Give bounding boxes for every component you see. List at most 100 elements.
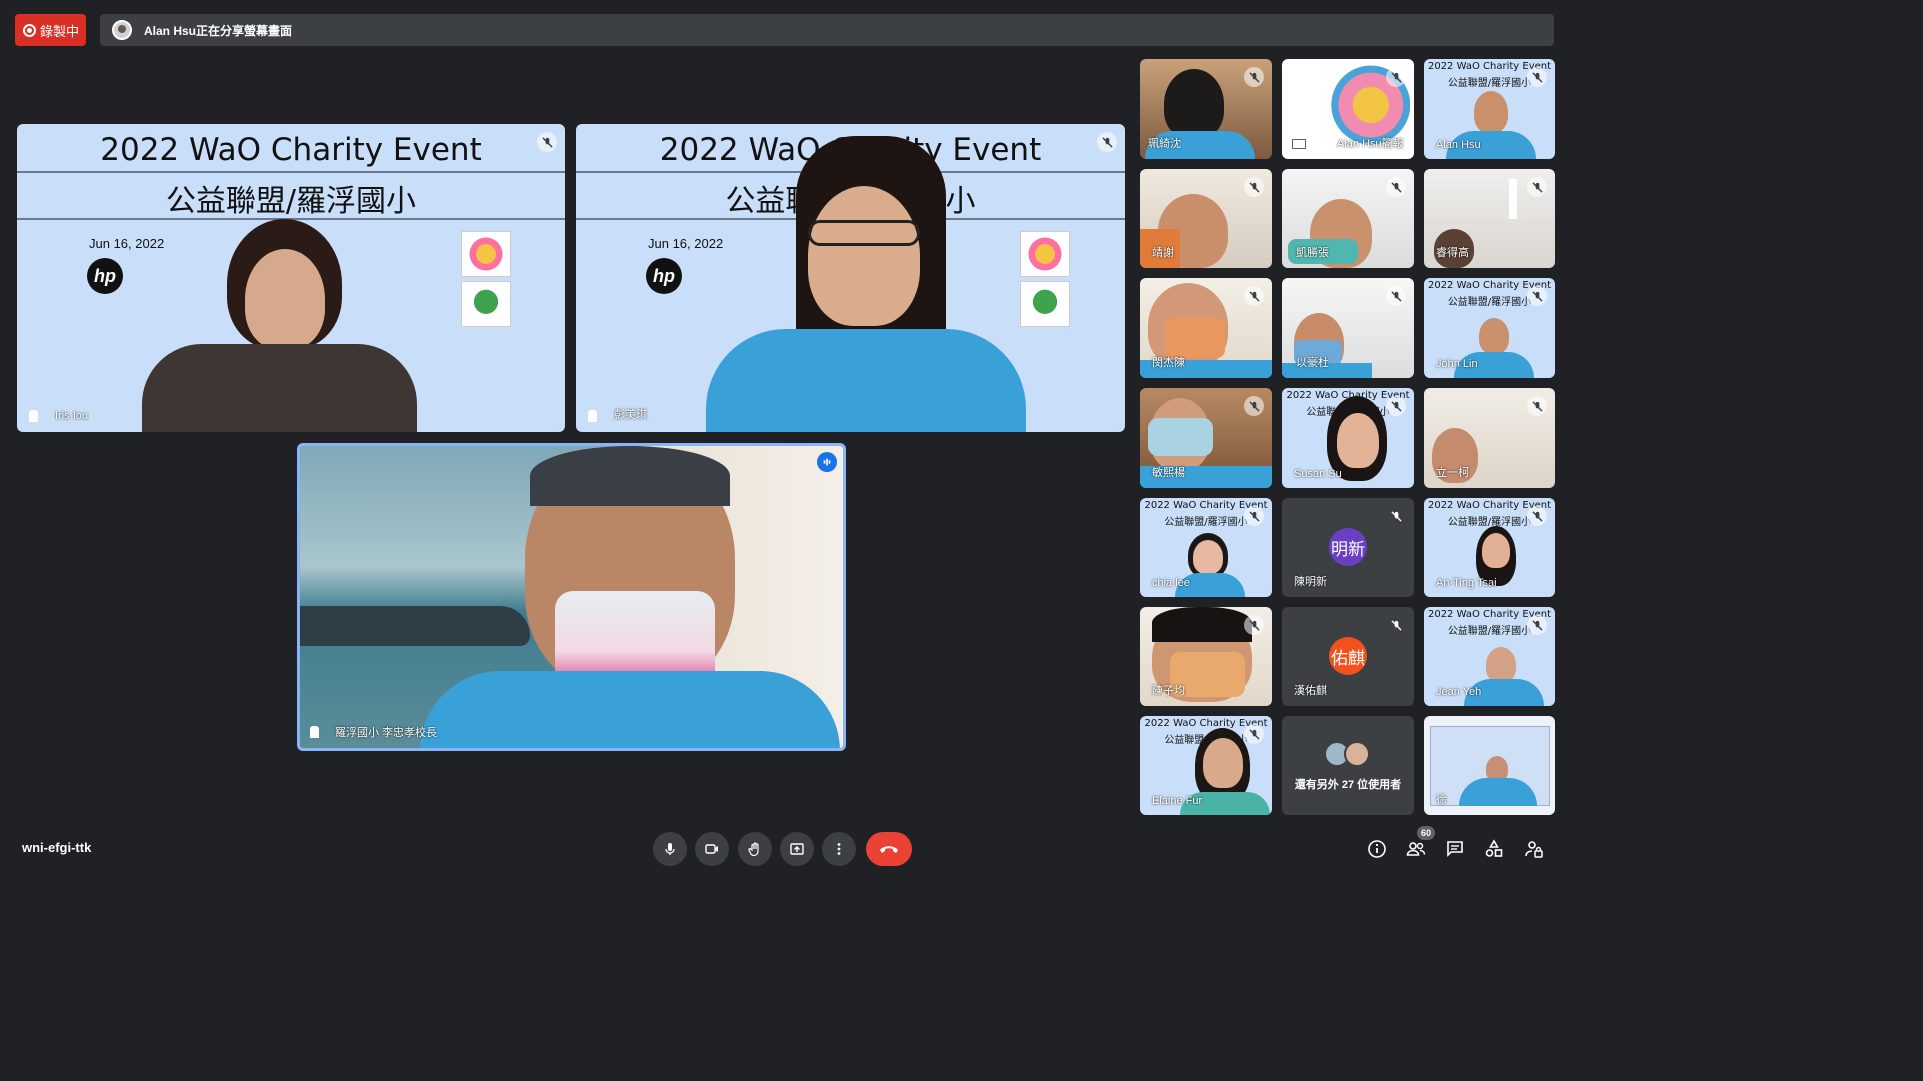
participant-name: Susan Su bbox=[1294, 468, 1342, 480]
mic-off-icon bbox=[1097, 132, 1117, 152]
raise-hand-button[interactable] bbox=[738, 832, 772, 866]
glasses bbox=[808, 220, 920, 246]
recording-label: 錄製中 bbox=[40, 23, 80, 39]
grid-tile[interactable]: 陳子均 bbox=[1140, 607, 1272, 706]
charity-logo bbox=[1020, 281, 1070, 327]
grid-tile[interactable]: 明新 陳明新 bbox=[1282, 498, 1414, 597]
pin-icon bbox=[588, 410, 597, 422]
participant-name: 閔杰陳 bbox=[1152, 357, 1185, 369]
participant-name: 睿得高 bbox=[1436, 247, 1469, 259]
chat-button[interactable] bbox=[1444, 838, 1466, 860]
present-icon bbox=[790, 843, 804, 855]
grid-tile[interactable]: 2022 WaO Charity Event 公益聯盟/羅浮國小 An-Ting… bbox=[1424, 498, 1555, 597]
participant-name: 徐 bbox=[1436, 794, 1447, 806]
participant-face bbox=[808, 186, 920, 326]
present-button[interactable] bbox=[780, 832, 814, 866]
slide-subtitle: 公益聯盟/羅浮國小 bbox=[165, 184, 417, 219]
main-tile-iris[interactable]: 2022 WaO Charity Event 公益聯盟/羅浮國小 Jun 16,… bbox=[17, 124, 565, 432]
mic-off-icon bbox=[1244, 396, 1264, 416]
mic-off-icon bbox=[1244, 506, 1264, 526]
main-tile-principal[interactable]: 羅浮國小 李忠孝校長 bbox=[297, 443, 846, 751]
grid-tile[interactable]: 敏熙楊 bbox=[1140, 388, 1272, 488]
avatar: 明新 bbox=[1329, 528, 1367, 566]
participant-name: John Lin bbox=[1436, 358, 1478, 370]
mic-off-icon bbox=[537, 132, 557, 152]
grid-tile[interactable]: 2022 WaO Charity Event 公益聯盟/羅浮國小 Elaine … bbox=[1140, 716, 1272, 815]
school-logo bbox=[461, 231, 511, 277]
participant-count-badge: 60 bbox=[1417, 826, 1435, 840]
grid-tile[interactable]: 2022 WaO Charity Event 公益聯盟/羅浮國小 chia le… bbox=[1140, 498, 1272, 597]
divider bbox=[17, 171, 565, 173]
grid-tile[interactable]: 2022 WaO Charity Event 公益聯盟/羅浮國小 Jean Ye… bbox=[1424, 607, 1555, 706]
slide-title: 2022 WaO Charity Event bbox=[100, 132, 482, 168]
host-controls-button[interactable] bbox=[1523, 838, 1545, 860]
main-tile-peng[interactable]: 2022 WaO Charity Event 公益聯盟/羅浮國小 Jun 16,… bbox=[576, 124, 1125, 432]
grid-tile[interactable]: 靖謝 bbox=[1140, 169, 1272, 268]
participant-name: Jean Yeh bbox=[1436, 686, 1482, 698]
participant-name: 敏熙楊 bbox=[1152, 467, 1185, 479]
more-options-button[interactable] bbox=[822, 832, 856, 866]
meeting-code: wni-efgi-ttk bbox=[22, 840, 92, 855]
pin-icon bbox=[310, 726, 319, 738]
grid-tile[interactable]: 閔杰陳 bbox=[1140, 278, 1272, 378]
participant-face bbox=[1337, 413, 1379, 468]
grid-tile[interactable]: Alan Hsu簡報 bbox=[1282, 59, 1414, 159]
participant-name: 彭美琪 bbox=[614, 409, 647, 421]
end-call-button[interactable] bbox=[866, 832, 912, 866]
participant-name: 陳明新 bbox=[1294, 576, 1327, 588]
camera-icon bbox=[705, 844, 718, 854]
recording-indicator[interactable]: 錄製中 bbox=[15, 14, 86, 46]
participant-body bbox=[706, 329, 1026, 432]
background-island bbox=[300, 606, 530, 646]
participant-video bbox=[1164, 69, 1224, 139]
ceiling-light bbox=[1509, 179, 1517, 219]
pin-icon bbox=[29, 410, 38, 422]
mic-off-icon bbox=[1244, 67, 1264, 87]
record-icon bbox=[23, 23, 36, 37]
participant-name: 漢佑麒 bbox=[1294, 685, 1327, 697]
grid-tile[interactable]: 珮綺沈 bbox=[1140, 59, 1272, 159]
mic-off-icon bbox=[1527, 177, 1547, 197]
participant-face bbox=[1479, 318, 1509, 354]
microphone-button[interactable] bbox=[653, 832, 687, 866]
participant-face bbox=[1193, 540, 1223, 574]
participants-button[interactable] bbox=[1405, 838, 1427, 860]
grid-tile[interactable]: 立一柯 bbox=[1424, 388, 1555, 488]
participant-name: 立一柯 bbox=[1436, 467, 1469, 479]
grid-tile[interactable]: 睿得高 bbox=[1424, 169, 1555, 268]
activities-icon bbox=[1485, 839, 1503, 857]
participant-name: Iris Iou bbox=[55, 410, 89, 422]
lock-person-icon bbox=[1525, 841, 1543, 858]
participant-face bbox=[245, 249, 325, 349]
camera-button[interactable] bbox=[695, 832, 729, 866]
grid-tile[interactable]: 佑麒 漢佑麒 bbox=[1282, 607, 1414, 706]
grid-tile[interactable]: 2022 WaO Charity Event 公益聯盟/羅浮國小 Susan S… bbox=[1282, 388, 1414, 488]
activities-button[interactable] bbox=[1483, 838, 1505, 860]
grid-tile[interactable]: 2022 WaO Charity Event 公益聯盟/羅浮國小 Alan Hs… bbox=[1424, 59, 1555, 159]
grid-tile[interactable]: 以豪杜 bbox=[1282, 278, 1414, 378]
bottom-toolbar: wni-efgi-ttk 60 bbox=[0, 820, 1568, 881]
participant-face bbox=[1203, 738, 1243, 788]
grid-tile[interactable]: 2022 WaO Charity Event 公益聯盟/羅浮國小 John Li… bbox=[1424, 278, 1555, 378]
grid-tile-others[interactable]: 還有另外 27 位使用者 bbox=[1282, 716, 1414, 815]
avatar: 佑麒 bbox=[1329, 637, 1367, 675]
mic-off-icon bbox=[1527, 67, 1547, 87]
people-icon bbox=[1406, 842, 1426, 856]
top-bar: 錄製中 Alan Hsu正在分享螢幕畫面 bbox=[0, 0, 1568, 56]
mic-off-icon bbox=[1527, 286, 1547, 306]
mic-off-icon bbox=[1386, 396, 1406, 416]
mic-off-icon bbox=[1527, 396, 1547, 416]
hand-icon bbox=[748, 842, 759, 857]
participant-face bbox=[1482, 533, 1510, 568]
grid-tile[interactable]: 凱勝張 bbox=[1282, 169, 1414, 268]
grid-tile[interactable]: 徐 bbox=[1424, 716, 1555, 815]
mic-off-icon bbox=[1527, 506, 1547, 526]
hp-logo: hp bbox=[87, 258, 123, 294]
others-count-label: 還有另外 27 位使用者 bbox=[1294, 779, 1402, 791]
participant-name: An-Ting Tsai bbox=[1436, 577, 1497, 589]
participant-name: chia lee bbox=[1152, 577, 1190, 589]
meeting-info-button[interactable] bbox=[1366, 838, 1388, 860]
participant-name: Alan Hsu簡報 bbox=[1337, 138, 1404, 150]
mic-off-icon bbox=[1386, 506, 1406, 526]
mic-off-icon bbox=[1244, 177, 1264, 197]
